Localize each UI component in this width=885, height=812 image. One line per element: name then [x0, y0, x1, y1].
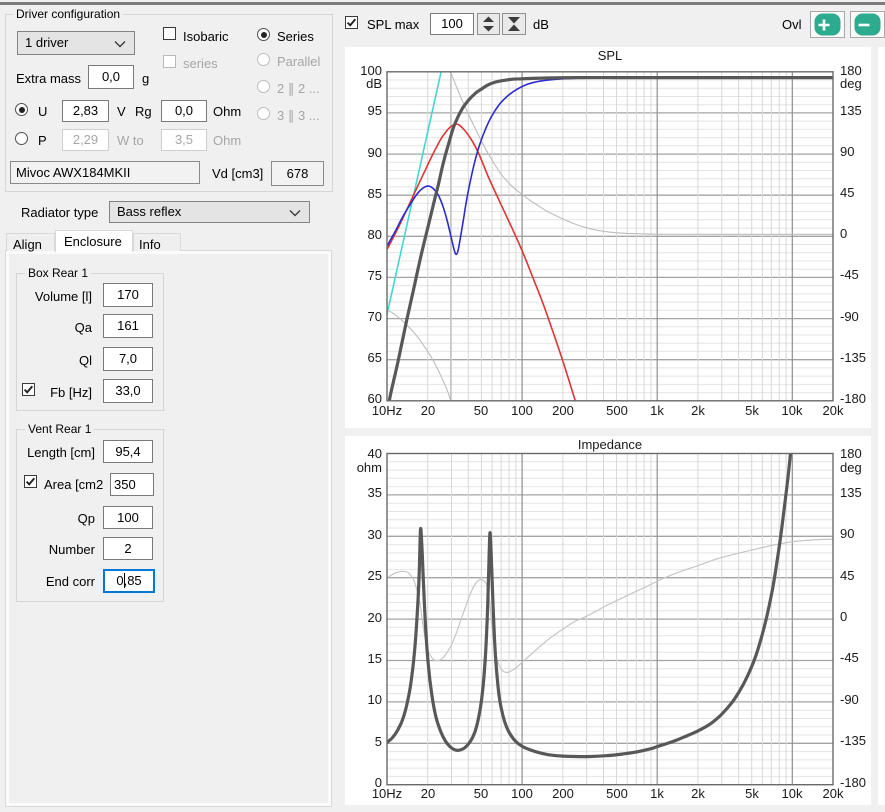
svg-text:1k: 1k	[650, 403, 664, 418]
svg-text:2k: 2k	[691, 403, 705, 418]
svg-text:ohm: ohm	[357, 460, 382, 475]
svg-text:20: 20	[368, 610, 382, 625]
svg-text:-135: -135	[840, 350, 866, 365]
svg-text:70: 70	[368, 309, 382, 324]
svg-text:85: 85	[368, 186, 382, 201]
svg-text:30: 30	[368, 527, 382, 542]
svg-text:0: 0	[840, 609, 847, 624]
svg-text:200: 200	[552, 786, 574, 801]
svg-text:75: 75	[368, 268, 382, 283]
svg-text:90: 90	[840, 144, 854, 159]
svg-text:10Hz: 10Hz	[372, 403, 402, 418]
svg-text:500: 500	[606, 403, 628, 418]
svg-text:deg: deg	[840, 76, 862, 91]
svg-text:Impedance: Impedance	[578, 437, 642, 452]
svg-text:-135: -135	[840, 733, 866, 748]
svg-text:100: 100	[511, 786, 533, 801]
svg-text:deg: deg	[840, 460, 862, 475]
svg-text:65: 65	[368, 350, 382, 365]
svg-text:SPL: SPL	[598, 48, 623, 63]
svg-text:45: 45	[840, 568, 854, 583]
svg-text:5: 5	[375, 734, 382, 749]
svg-text:90: 90	[840, 526, 854, 541]
svg-text:35: 35	[368, 485, 382, 500]
svg-text:-180: -180	[840, 391, 866, 406]
svg-text:20k: 20k	[823, 403, 844, 418]
svg-text:15: 15	[368, 651, 382, 666]
svg-text:20: 20	[421, 786, 435, 801]
svg-text:500: 500	[606, 786, 628, 801]
svg-text:90: 90	[368, 145, 382, 160]
svg-text:50: 50	[474, 786, 488, 801]
svg-text:100: 100	[511, 403, 533, 418]
svg-text:80: 80	[368, 227, 382, 242]
svg-text:10: 10	[368, 692, 382, 707]
svg-text:-45: -45	[840, 650, 859, 665]
svg-text:0: 0	[840, 226, 847, 241]
svg-text:20k: 20k	[823, 786, 844, 801]
svg-text:25: 25	[368, 568, 382, 583]
svg-text:40: 40	[368, 446, 382, 461]
svg-text:1k: 1k	[650, 786, 664, 801]
svg-text:-90: -90	[840, 692, 859, 707]
svg-text:135: 135	[840, 485, 862, 500]
svg-text:2k: 2k	[691, 786, 705, 801]
svg-text:-45: -45	[840, 267, 859, 282]
svg-text:dB: dB	[366, 76, 382, 91]
svg-text:10Hz: 10Hz	[372, 786, 402, 801]
svg-text:45: 45	[840, 185, 854, 200]
svg-text:200: 200	[552, 403, 574, 418]
svg-text:-180: -180	[840, 775, 866, 790]
svg-text:-90: -90	[840, 309, 859, 324]
svg-text:50: 50	[474, 403, 488, 418]
svg-text:135: 135	[840, 103, 862, 118]
svg-text:5k: 5k	[745, 786, 759, 801]
svg-text:95: 95	[368, 103, 382, 118]
svg-text:5k: 5k	[745, 403, 759, 418]
svg-text:20: 20	[421, 403, 435, 418]
svg-text:180: 180	[840, 446, 862, 461]
svg-text:10k: 10k	[782, 403, 803, 418]
svg-text:10k: 10k	[782, 786, 803, 801]
